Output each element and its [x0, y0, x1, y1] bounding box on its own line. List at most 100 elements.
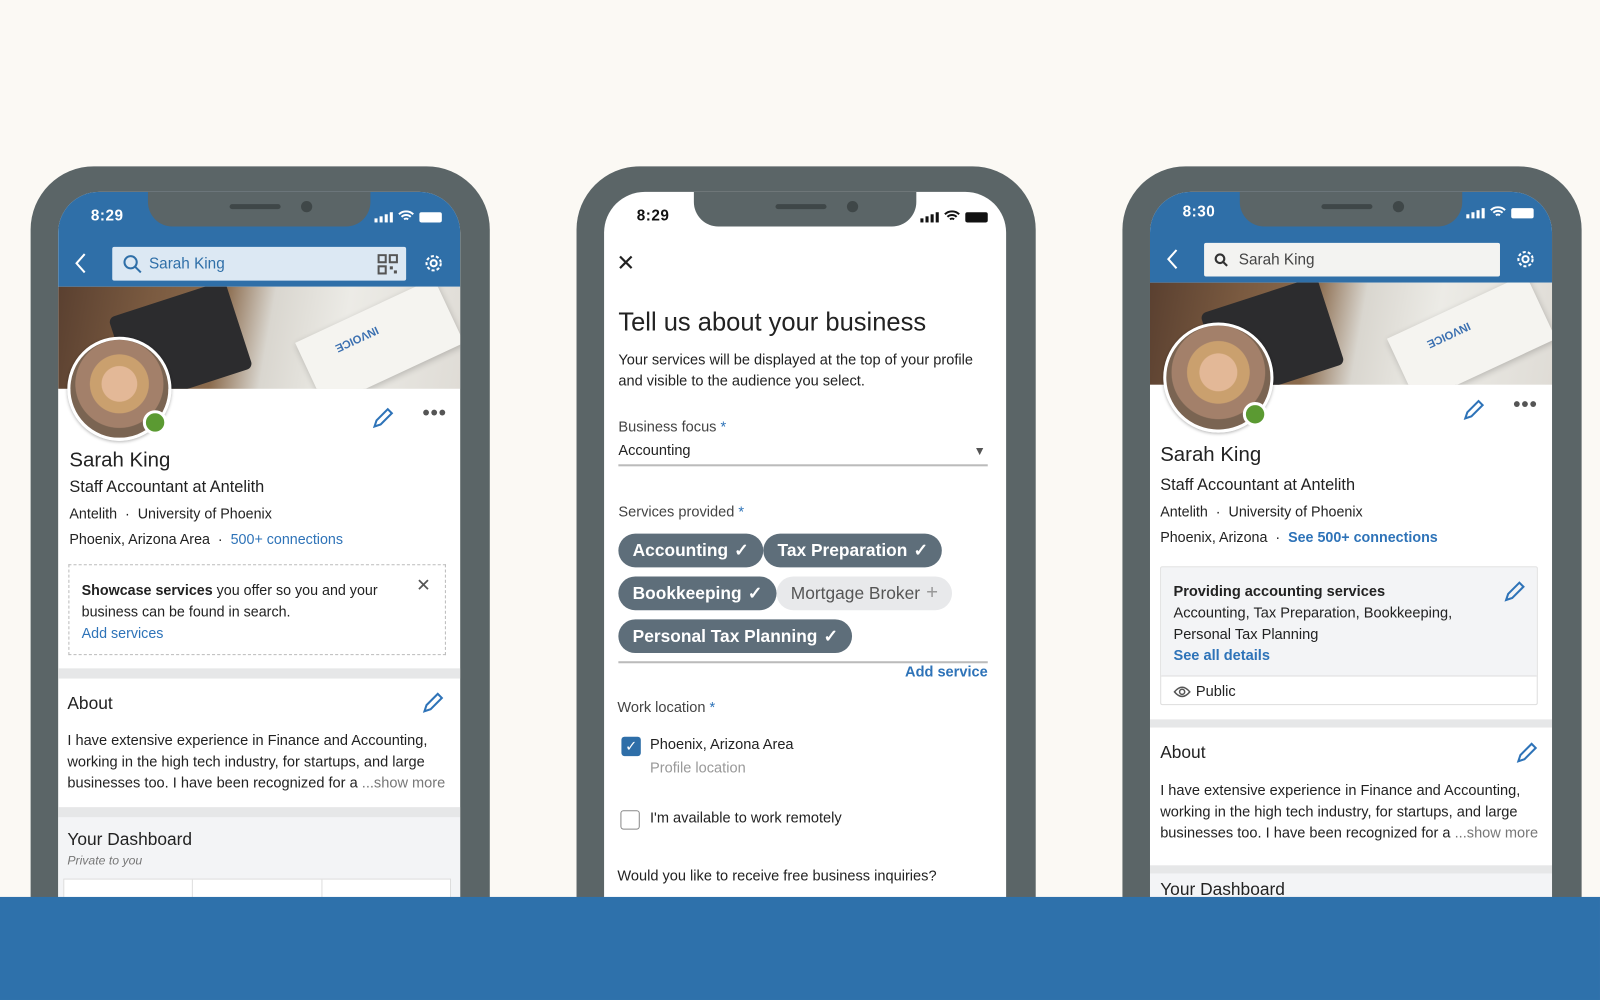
pencil-icon[interactable] — [1514, 741, 1538, 765]
close-icon[interactable]: ✕ — [616, 250, 635, 277]
profile-name: Sarah King — [1160, 443, 1262, 467]
eye-icon — [1173, 686, 1191, 698]
pencil-icon[interactable] — [420, 691, 444, 715]
search-icon — [1214, 252, 1228, 267]
services-label: Services provided * — [618, 504, 745, 521]
phone-notch — [1239, 191, 1463, 227]
battery-icon — [419, 212, 442, 223]
profile-company-school: Antelith · University of Phoenix — [1160, 503, 1363, 520]
section-divider — [1149, 865, 1553, 874]
battery-icon — [965, 212, 988, 223]
search-value: Sarah King — [148, 255, 225, 273]
form-title: Tell us about your business — [618, 308, 927, 337]
location-sublabel: Profile location — [649, 760, 746, 777]
service-chip-accounting[interactable]: Accounting ✓ — [618, 533, 764, 568]
close-icon[interactable]: ✕ — [416, 576, 431, 596]
services-title: Providing accounting services — [1173, 583, 1386, 600]
profile-headline: Staff Accountant at Antelith — [1160, 476, 1356, 494]
about-text: I have extensive experience in Finance a… — [1160, 782, 1539, 842]
back-icon[interactable] — [74, 252, 86, 274]
pencil-icon[interactable] — [1461, 398, 1485, 422]
search-value: Sarah King — [1238, 251, 1315, 269]
location-checkbox[interactable]: ✓ — [621, 736, 641, 757]
business-form-screen: 8:29 ✕ Tell us about your business Your … — [604, 191, 1007, 947]
service-chip-mortgage-broker[interactable]: Mortgage Broker + — [776, 576, 953, 611]
profile-company-school: Antelith · University of Phoenix — [69, 505, 272, 522]
status-time: 8:30 — [1182, 203, 1216, 221]
see-all-details-link[interactable]: See all details — [1173, 646, 1452, 667]
profile-screen: 8:30 Sarah King INVOICE ••• Sarah King S… — [1149, 191, 1553, 947]
remote-checkbox[interactable] — [620, 810, 640, 830]
status-icons — [920, 210, 988, 223]
wifi-icon — [1490, 206, 1506, 217]
gear-icon[interactable] — [422, 252, 444, 274]
online-status-dot — [142, 410, 168, 435]
section-divider — [58, 668, 461, 679]
online-status-dot — [1242, 402, 1268, 427]
dashboard-subtitle: Private to you — [67, 853, 143, 868]
showcase-services-card: Showcase services you offer so you and y… — [68, 564, 446, 656]
check-icon: ✓ — [823, 626, 839, 646]
more-icon[interactable]: ••• — [422, 402, 447, 425]
business-focus-select[interactable]: Accounting ▼ — [618, 438, 988, 467]
wifi-icon — [944, 210, 960, 221]
phone-middle: 8:29 ✕ Tell us about your business Your … — [576, 166, 1036, 947]
dashboard-title: Your Dashboard — [67, 829, 193, 849]
qr-code-icon[interactable] — [377, 253, 398, 274]
gear-icon[interactable] — [1514, 248, 1536, 270]
location-option-label: Phoenix, Arizona Area — [649, 736, 794, 754]
phone-right: 8:30 Sarah King INVOICE ••• Sarah King S… — [1122, 166, 1582, 947]
check-icon: ✓ — [747, 583, 763, 603]
phone-notch — [693, 191, 917, 227]
visibility-row[interactable]: Public — [1173, 684, 1236, 700]
check-icon: ✓ — [734, 540, 749, 560]
connections-link[interactable]: See 500+ connections — [1288, 529, 1438, 545]
service-chip-bookkeeping[interactable]: Bookkeeping ✓ — [618, 576, 777, 611]
section-divider — [58, 807, 461, 818]
section-divider — [1149, 719, 1553, 728]
about-title: About — [1160, 742, 1206, 763]
inquiries-question: Would you like to receive free business … — [617, 868, 937, 885]
pencil-icon[interactable] — [370, 406, 394, 430]
show-more-link[interactable]: ...show more — [1455, 826, 1539, 842]
pencil-icon[interactable] — [1502, 580, 1526, 604]
back-icon[interactable] — [1166, 248, 1178, 270]
profile-name: Sarah King — [69, 448, 171, 472]
signal-icon — [374, 212, 393, 223]
show-more-link[interactable]: ...show more — [362, 776, 446, 792]
bottom-band — [0, 896, 1600, 1000]
profile-screen: 8:29 Sarah King INVOICE ••• Sarah King S… — [58, 191, 461, 947]
signal-icon — [1466, 208, 1485, 219]
phone-left: 8:29 Sarah King INVOICE ••• Sarah King S… — [30, 166, 490, 947]
dropdown-arrow-icon: ▼ — [973, 443, 986, 459]
service-chip-personal-tax-planning[interactable]: Personal Tax Planning ✓ — [618, 619, 853, 654]
form-description: Your services will be displayed at the t… — [618, 352, 974, 390]
phone-notch — [147, 191, 371, 227]
status-time: 8:29 — [636, 207, 670, 225]
check-icon: ✓ — [913, 540, 929, 560]
profile-location: Phoenix, Arizona Area · 500+ connections — [69, 530, 343, 547]
divider — [618, 661, 988, 664]
search-icon — [123, 254, 142, 273]
about-title: About — [67, 693, 113, 714]
status-time: 8:29 — [90, 207, 124, 225]
add-services-link[interactable]: Add services — [82, 624, 164, 640]
profile-headline: Staff Accountant at Antelith — [69, 478, 265, 496]
plus-icon: + — [926, 581, 939, 605]
status-icons — [1466, 206, 1534, 219]
services-card: Providing accounting services Accounting… — [1160, 566, 1538, 706]
signal-icon — [920, 212, 939, 223]
add-service-button[interactable]: Add service — [905, 664, 988, 680]
search-input[interactable]: Sarah King — [1204, 242, 1500, 277]
remote-option-label: I'm available to work remotely — [649, 810, 842, 827]
service-chip-tax-preparation[interactable]: Tax Preparation ✓ — [763, 533, 943, 568]
business-focus-label: Business focus * — [618, 419, 727, 436]
wifi-icon — [398, 210, 414, 221]
battery-icon — [1511, 208, 1534, 219]
more-icon[interactable]: ••• — [1513, 394, 1538, 417]
profile-location: Phoenix, Arizona · See 500+ connections — [1160, 528, 1438, 545]
status-icons — [374, 210, 442, 223]
search-input[interactable]: Sarah King — [112, 246, 407, 281]
about-text: I have extensive experience in Finance a… — [67, 732, 446, 792]
connections-link[interactable]: 500+ connections — [231, 531, 343, 547]
